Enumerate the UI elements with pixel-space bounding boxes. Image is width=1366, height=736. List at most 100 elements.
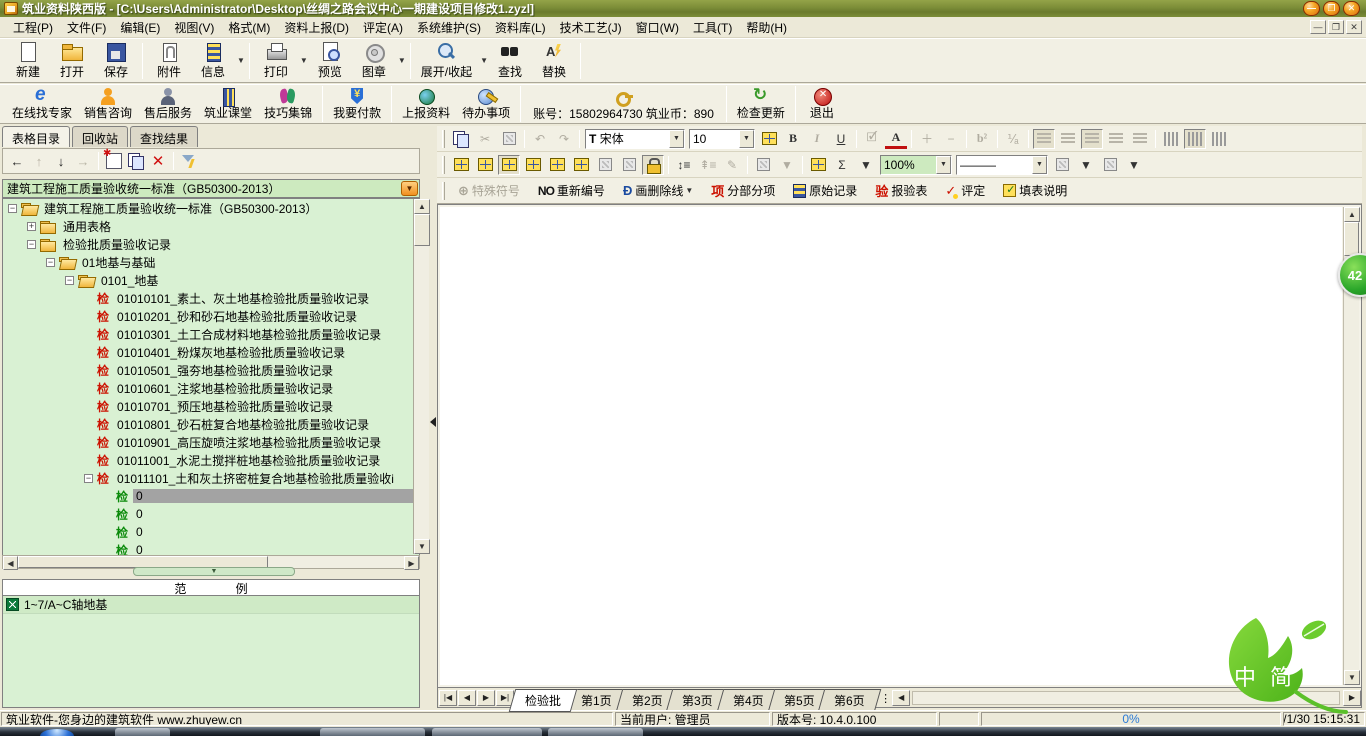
align-right-button[interactable]	[1105, 129, 1127, 149]
border-color-button[interactable]	[1051, 155, 1073, 175]
start-button-icon[interactable]	[40, 729, 74, 736]
shading-dropdown[interactable]: ▼	[776, 155, 798, 175]
align-left-button[interactable]	[1057, 129, 1079, 149]
windows-taskbar[interactable]	[0, 727, 1366, 736]
delete-column-button[interactable]	[546, 155, 568, 175]
scroll-left-icon[interactable]: ◀	[3, 556, 18, 570]
tree-item[interactable]: 检01010301_土工合成材料地基检验批质量验收记录	[3, 325, 419, 343]
mdi-restore-button[interactable]: ❐	[1328, 20, 1344, 34]
scroll-right-icon[interactable]: ▶	[404, 556, 419, 570]
原始记录-button[interactable]: 原始记录	[786, 180, 864, 201]
替换-button[interactable]: 替换	[532, 41, 576, 81]
tree-item[interactable]: −建筑工程施工质量验收统一标准（GB50300-2013）	[3, 199, 419, 217]
menu-item-文[interactable]: 文件(F)	[60, 19, 113, 37]
fill-pattern-button[interactable]	[1099, 155, 1121, 175]
检查更新-button[interactable]: 检查更新	[731, 86, 791, 122]
restore-button[interactable]: ❐	[1323, 1, 1340, 16]
打开-button[interactable]: 打开	[50, 41, 94, 81]
cut-button[interactable]: ✂	[474, 129, 496, 149]
table-tools-button[interactable]	[807, 155, 829, 175]
menu-item-格[interactable]: 格式(M)	[221, 19, 277, 37]
售后服务-button[interactable]: 售后服务	[138, 86, 198, 122]
add-table-button[interactable]	[104, 151, 124, 171]
图章-button[interactable]: 图章	[352, 41, 396, 81]
zoom-combo[interactable]: 100% ▼	[880, 155, 952, 175]
在线找专家-button[interactable]: 在线找专家	[6, 86, 78, 122]
上报资料-button[interactable]: 上报资料	[396, 86, 456, 122]
font-name-combo[interactable]: T 宋体 ▼	[585, 129, 685, 149]
delete-row-button[interactable]	[570, 155, 592, 175]
chevron-down-icon[interactable]: ▼	[480, 56, 488, 65]
scrollbar-thumb[interactable]	[414, 214, 430, 246]
increase-size-button[interactable]: ＋	[916, 129, 938, 149]
undo-button[interactable]: ↶	[529, 129, 551, 149]
tab-回收站[interactable]: 回收站	[72, 126, 128, 147]
move-right-button[interactable]: →	[73, 151, 93, 171]
保存-button[interactable]: 保存	[94, 41, 138, 81]
tree-vertical-scrollbar[interactable]: ▲ ▼	[413, 199, 429, 554]
minimize-button[interactable]: —	[1303, 1, 1320, 16]
销售咨询-button[interactable]: 销售咨询	[78, 86, 138, 122]
sheet-tab-第6页[interactable]: 第6页	[818, 689, 881, 712]
fill-color-button[interactable]: 🗹	[861, 129, 883, 149]
taskbar-item[interactable]	[320, 728, 425, 736]
menu-item-评[interactable]: 评定(A)	[356, 19, 410, 37]
menu-item-技[interactable]: 技术工艺(J)	[553, 19, 629, 37]
退出-button[interactable]: 退出	[800, 86, 844, 122]
splitter-collapse-icon[interactable]	[430, 410, 436, 434]
chevron-down-icon[interactable]: ▼	[300, 56, 308, 65]
menu-item-工[interactable]: 工程(P)	[6, 19, 60, 37]
打印-button[interactable]: 打印	[254, 41, 298, 81]
decrease-size-button[interactable]: −	[940, 129, 962, 149]
vertical-text-left-button[interactable]	[1160, 129, 1182, 149]
tree-expander-icon[interactable]: −	[84, 474, 93, 483]
clear-format-button[interactable]: ✎	[721, 155, 743, 175]
tree-item[interactable]: 检0	[3, 523, 419, 541]
tree-expander-icon[interactable]: −	[8, 204, 17, 213]
chevron-down-icon[interactable]: ▼	[1032, 156, 1047, 174]
scroll-up-icon[interactable]: ▲	[414, 199, 430, 214]
chevron-down-icon[interactable]: ▼	[237, 56, 245, 65]
附件-button[interactable]: 附件	[147, 41, 191, 81]
待办事项-button[interactable]: 待办事项	[456, 86, 516, 122]
split-cell-button[interactable]	[522, 155, 544, 175]
tab-查找结果[interactable]: 查找结果	[130, 126, 198, 147]
menu-item-帮[interactable]: 帮助(H)	[739, 19, 794, 37]
画删除线-button[interactable]: 画删除线▼	[616, 180, 700, 201]
tree-expander-icon[interactable]: −	[46, 258, 55, 267]
tree-item[interactable]: 检0	[3, 505, 419, 523]
align-justify-button[interactable]	[1129, 129, 1151, 149]
pattern1-button[interactable]	[594, 155, 616, 175]
format-painter-button[interactable]	[758, 129, 780, 149]
tree-item[interactable]: 检01010801_砂石桩复合地基检验批质量验收记录	[3, 415, 419, 433]
menu-item-系[interactable]: 系统维护(S)	[410, 19, 488, 37]
tab-scroll-left-icon[interactable]: ◀	[892, 690, 910, 706]
document-page[interactable]	[440, 207, 1342, 685]
move-up-button[interactable]: ↑	[29, 151, 49, 171]
copy-table-button[interactable]	[126, 151, 146, 171]
merge-cells-button[interactable]	[474, 155, 496, 175]
italic-button[interactable]: I	[806, 129, 828, 149]
tree-item[interactable]: 检01010701_预压地基检验批质量验收记录	[3, 397, 419, 415]
copy-button[interactable]	[450, 129, 472, 149]
查找-button[interactable]: 查找	[488, 41, 532, 81]
tree-item[interactable]: 检01011001_水泥土搅拌桩地基检验批质量验收记录	[3, 451, 419, 469]
border-color-dropdown[interactable]: ▼	[1075, 155, 1097, 175]
first-sheet-icon[interactable]: |◀	[439, 690, 457, 706]
close-button[interactable]: ✕	[1343, 1, 1360, 16]
menu-item-资[interactable]: 资料上报(D)	[277, 19, 356, 37]
tree-item[interactable]: −01地基与基础	[3, 253, 419, 271]
sheet-tab-检验批[interactable]: 检验批	[509, 689, 578, 712]
信息-button[interactable]: 信息	[191, 41, 235, 81]
我要付款-button[interactable]: 我要付款	[327, 86, 387, 122]
chevron-down-icon[interactable]: ▼	[739, 130, 754, 148]
tree-item[interactable]: 检01010201_砂和砂石地基检验批质量验收记录	[3, 307, 419, 325]
fill-pattern-dropdown[interactable]: ▼	[1123, 155, 1145, 175]
分部分项-button[interactable]: 分部分项	[704, 179, 782, 202]
tree-item[interactable]: 检01010101_素土、灰土地基检验批质量验收记录	[3, 289, 419, 307]
taskbar-item[interactable]	[432, 728, 542, 736]
example-item[interactable]: 1~7/A~C轴地基	[3, 596, 419, 614]
delete-table-button[interactable]: ✕	[148, 151, 168, 171]
chevron-down-icon[interactable]: ▼	[936, 156, 951, 174]
mdi-minimize-button[interactable]: —	[1310, 20, 1326, 34]
